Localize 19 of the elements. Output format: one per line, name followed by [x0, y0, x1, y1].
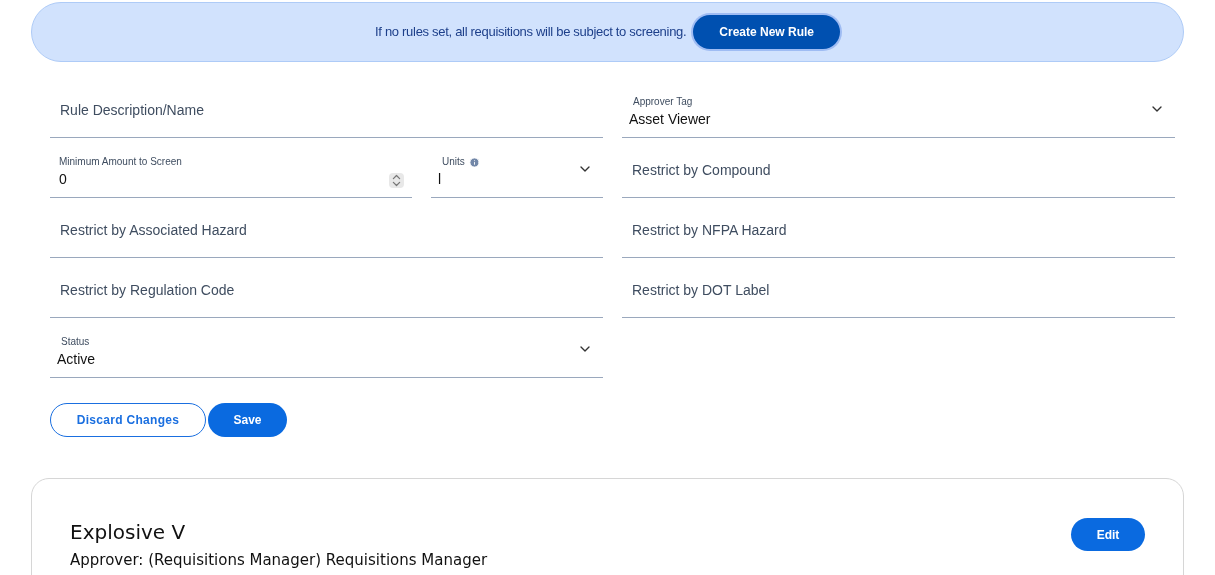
field-value: 0	[59, 170, 68, 189]
banner-message: If no rules set, all requisitions will be subject to screening.	[375, 23, 687, 42]
rule-title: Explosive V	[70, 519, 187, 546]
create-rule-button[interactable]: Create New Rule	[693, 15, 840, 49]
rule-approver: Approver: (Requisitions Manager) Requisitions Manager	[70, 550, 488, 571]
spinner-icon[interactable]	[389, 173, 404, 188]
save-button[interactable]: Save	[208, 403, 287, 437]
edit-button[interactable]: Edit	[1071, 518, 1145, 551]
select-field[interactable]: Approver Tag Asset Viewer	[622, 80, 1175, 138]
number-field[interactable]: Minimum Amount to Screen 0	[50, 140, 412, 198]
field-label: Approver Tag	[633, 95, 693, 109]
field-value: Active	[57, 350, 97, 369]
select-field[interactable]: Units l	[431, 140, 603, 198]
field-label: Units	[442, 155, 465, 169]
select-field[interactable]: Status Active	[50, 320, 603, 378]
field-label: Minimum Amount to Screen	[59, 155, 183, 169]
field-label: Status	[61, 335, 90, 349]
field-value: Asset Viewer	[629, 110, 712, 129]
field-value: l	[438, 170, 443, 189]
